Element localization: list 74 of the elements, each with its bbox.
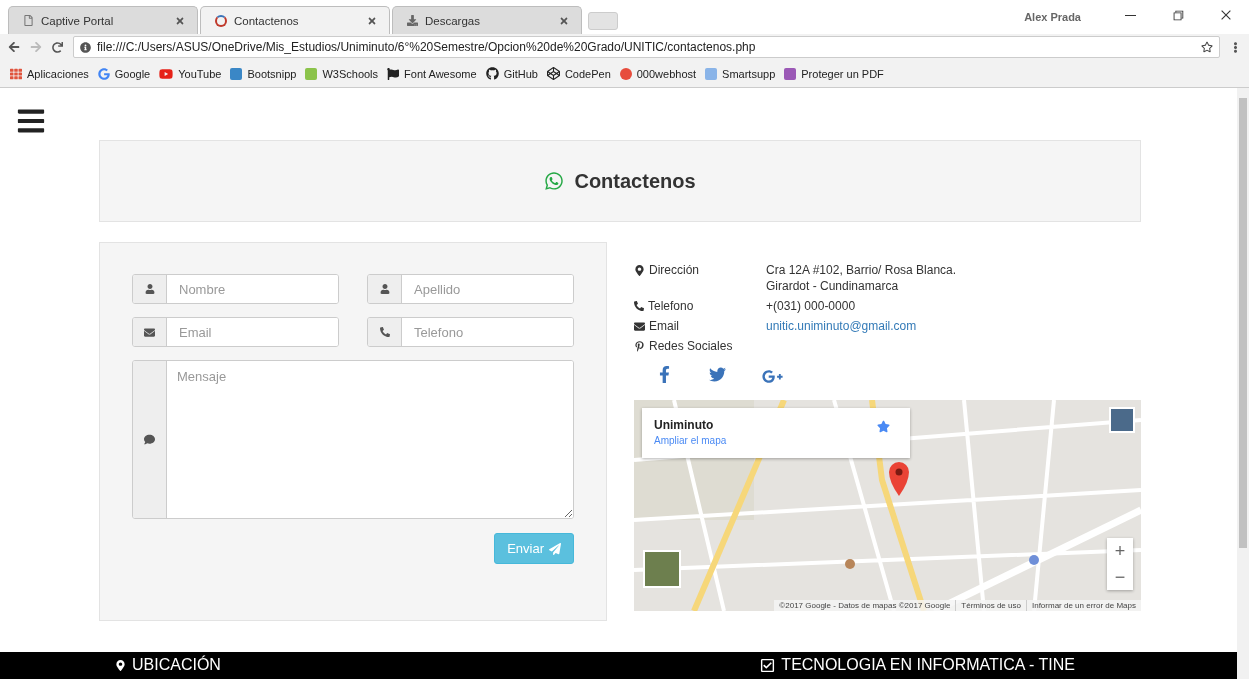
browser-tab[interactable]: Captive Portal	[8, 6, 198, 34]
bookmark-link[interactable]: Font Awesome	[387, 67, 477, 80]
close-icon[interactable]	[367, 15, 377, 26]
p-letter-icon	[634, 340, 645, 352]
user-icon	[144, 284, 155, 294]
restore-icon	[1171, 8, 1185, 22]
map-attribution: ©2017 Google - Datos de mapas ©2017 Google	[778, 600, 952, 611]
site-icon	[215, 14, 227, 27]
phone-icon	[634, 301, 644, 311]
codepen-icon	[546, 67, 560, 80]
reload-button[interactable]	[52, 41, 63, 53]
bookmark-link[interactable]: Bootsnipp	[230, 67, 297, 80]
contact-label: Dirección	[634, 262, 766, 278]
scrollbar[interactable]	[1237, 88, 1249, 679]
google-icon	[97, 67, 110, 80]
whatsapp-icon	[544, 171, 565, 191]
bookmark-link[interactable]: Proteger un PDF	[784, 67, 884, 80]
youtube-icon	[159, 66, 174, 81]
bookmark-star-icon[interactable]	[1201, 41, 1213, 53]
message-field[interactable]: Mensaje	[132, 360, 574, 519]
map-attribution[interactable]: Informar de un error de Maps	[1025, 600, 1141, 611]
envelope-icon	[634, 320, 645, 332]
bookmark-link[interactable]: YouTube	[159, 66, 222, 81]
twitter-icon	[709, 366, 726, 383]
bookmark-link[interactable]: GitHub	[485, 67, 538, 80]
browser-tab[interactable]: Contactenos	[200, 6, 390, 34]
user-icon	[379, 284, 390, 294]
map-marker-icon	[634, 264, 645, 276]
bookmark-link[interactable]: Smartsupp	[705, 67, 776, 80]
place-name: Uniminuto	[654, 418, 714, 432]
enlarge-map-link[interactable]: Ampliar el mapa	[654, 435, 727, 446]
minimize-icon	[1124, 14, 1136, 16]
address-bar[interactable]: file:///C:/Users/ASUS/OneDrive/Mis_Estudios/Uniminuto/6°%20Semestre/Opcion%20de%20Grado/UNITIC/contactenos.php	[73, 36, 1220, 58]
contact-label: Email	[634, 318, 766, 334]
page-icon	[23, 15, 34, 26]
paper-plane-icon	[549, 542, 561, 555]
input-field[interactable]: Nombre	[132, 274, 339, 304]
contact-value: +(031) 000-0000	[766, 298, 857, 314]
input-field[interactable]: Email	[132, 317, 339, 347]
bookmark-link[interactable]: CodePen	[546, 67, 611, 80]
contact-value: Girardot - Cundinamarca	[766, 278, 900, 294]
bookmark-link[interactable]: 000webhost	[619, 67, 697, 80]
envelope-icon	[144, 326, 155, 338]
bookmark-link[interactable]: W3Schools	[305, 67, 379, 80]
browser-tab[interactable]: Descargas	[392, 6, 582, 34]
map-attribution[interactable]: Términos de uso	[955, 600, 1026, 611]
contact-value: Cra 12A #102, Barrio/ Rosa Blanca.	[766, 262, 958, 278]
zoom-button[interactable]: −	[1107, 564, 1133, 590]
back-button[interactable]	[8, 41, 20, 53]
footer-heading: TECNOLOGIA EN INFORMATICA - TINE	[760, 656, 1237, 674]
contact-label: Redes Sociales	[634, 338, 766, 354]
download-icon	[407, 15, 418, 26]
bookmark-link[interactable]: Google	[97, 67, 151, 80]
apps-grid-icon	[10, 67, 22, 80]
contact-label: Telefono	[634, 298, 766, 314]
bookmark-link[interactable]: Aplicaciones	[10, 67, 89, 80]
input-field[interactable]: Apellido	[367, 274, 574, 304]
flag-icon	[387, 67, 400, 80]
checkbox-icon	[760, 657, 776, 673]
speech-bubble-icon	[144, 434, 155, 445]
info-icon	[80, 41, 91, 53]
input-field[interactable]: Telefono	[367, 317, 574, 347]
zoom-button[interactable]: +	[1107, 538, 1133, 564]
map-marker-icon	[115, 659, 126, 671]
close-icon[interactable]	[559, 15, 569, 26]
github-icon	[485, 67, 499, 80]
page-title: Contactenos	[574, 169, 696, 193]
footer-heading: UBICACIÓN	[115, 656, 761, 674]
close-icon[interactable]	[175, 15, 185, 26]
close-icon	[1219, 8, 1233, 22]
phone-icon	[379, 327, 390, 337]
star-icon[interactable]	[877, 420, 890, 433]
profile-name[interactable]: Alex Prada	[1024, 11, 1081, 23]
email-link[interactable]: unitic.uniminuto@gmail.com	[766, 318, 1141, 334]
